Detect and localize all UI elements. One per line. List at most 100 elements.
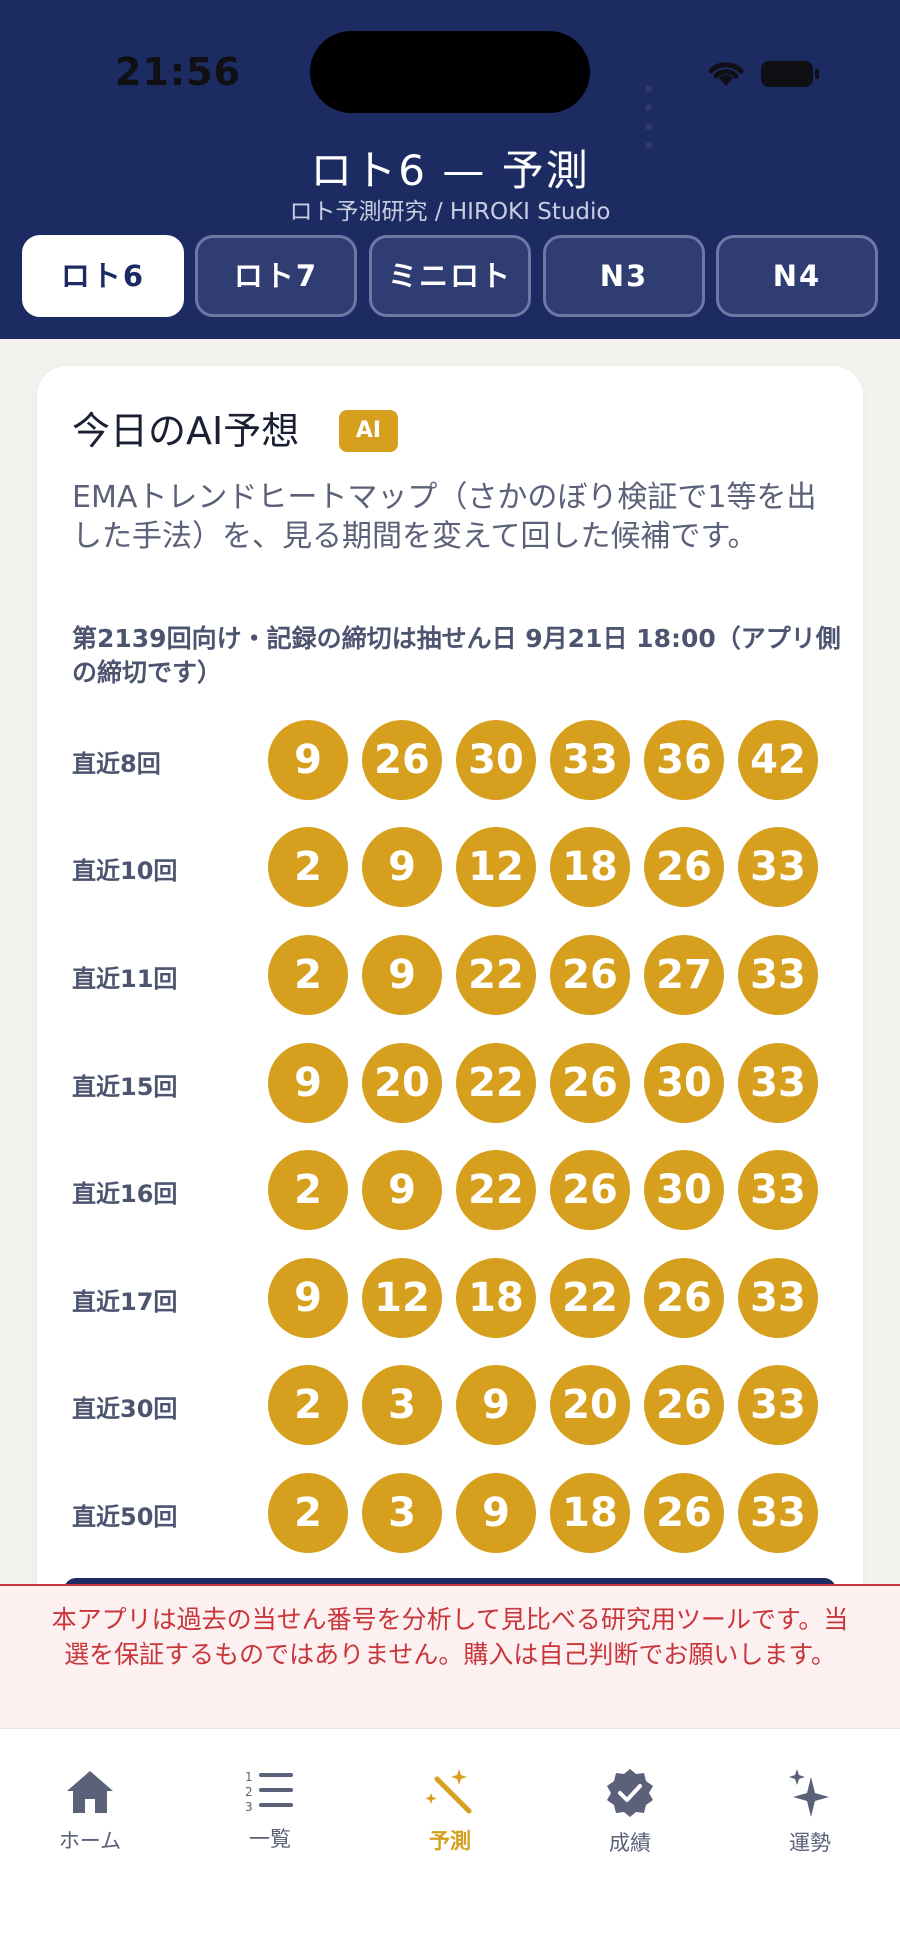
- number-ball: 2: [268, 935, 348, 1015]
- tab-loto6[interactable]: ロト6: [22, 235, 184, 317]
- nav-results[interactable]: 成績: [570, 1767, 690, 1867]
- card-title: 今日のAI予想: [72, 409, 300, 453]
- number-ball: 42: [738, 720, 818, 800]
- number-ball: 2: [268, 1365, 348, 1445]
- number-ball: 30: [644, 1150, 724, 1230]
- prediction-row: 直近16回 2 9 22 26 30 33: [72, 1150, 832, 1230]
- number-ball: 26: [550, 1043, 630, 1123]
- battery-icon: [761, 61, 819, 87]
- number-ball: 9: [268, 1258, 348, 1338]
- number-ball: 3: [362, 1365, 442, 1445]
- number-ball: 33: [738, 1150, 818, 1230]
- number-ball: 26: [362, 720, 442, 800]
- page-title: ロト6 — 予測: [310, 146, 590, 195]
- tab-n3[interactable]: N3: [543, 235, 705, 317]
- verified-badge-icon: [607, 1769, 653, 1817]
- nav-label: 成績: [609, 1831, 651, 1855]
- row-label: 直近17回: [72, 1288, 178, 1316]
- number-ball: 30: [456, 720, 536, 800]
- number-ball: 26: [644, 1258, 724, 1338]
- nav-label: 運勢: [789, 1831, 831, 1855]
- number-ball: 33: [738, 827, 818, 907]
- prediction-row: 直近17回 9 12 18 22 26 33: [72, 1258, 832, 1338]
- bottom-nav: ホーム 1 2 3 一覧 予測 成績 運勢: [0, 1728, 900, 1957]
- prediction-row: 直近15回 9 20 22 26 30 33: [72, 1043, 832, 1123]
- number-ball: 36: [644, 720, 724, 800]
- number-ball: 26: [644, 827, 724, 907]
- tab-loto7[interactable]: ロト7: [195, 235, 357, 317]
- nav-label: 予測: [429, 1829, 471, 1853]
- number-ball: 18: [456, 1258, 536, 1338]
- number-ball: 33: [738, 935, 818, 1015]
- row-label: 直近8回: [72, 750, 161, 778]
- lottery-tabs: ロト6 ロト7 ミニロト N3 N4: [22, 235, 878, 317]
- number-ball: 33: [738, 1473, 818, 1553]
- home-icon: [67, 1771, 113, 1813]
- nav-label: ホーム: [58, 1829, 122, 1853]
- row-label: 直近30回: [72, 1395, 178, 1423]
- number-ball: 9: [268, 720, 348, 800]
- number-ball: 9: [362, 827, 442, 907]
- number-ball: 30: [644, 1043, 724, 1123]
- nav-home[interactable]: ホーム: [30, 1767, 150, 1867]
- tab-miniloto[interactable]: ミニロト: [369, 235, 531, 317]
- row-label: 直近11回: [72, 965, 178, 993]
- number-ball: 9: [456, 1365, 536, 1445]
- ai-badge: AI: [339, 410, 398, 452]
- number-ball: 2: [268, 827, 348, 907]
- app-header: 21:56 ロト6 — 予測 ロト予測研究 / HIROKI Studio ロト…: [0, 0, 900, 339]
- number-ball: 22: [550, 1258, 630, 1338]
- number-ball: 33: [738, 1043, 818, 1123]
- number-ball: 22: [456, 1043, 536, 1123]
- number-ball: 18: [550, 827, 630, 907]
- number-ball: 33: [738, 1365, 818, 1445]
- prediction-row: 直近50回 2 3 9 18 26 33: [72, 1473, 832, 1553]
- row-label: 直近50回: [72, 1503, 178, 1531]
- number-ball: 22: [456, 935, 536, 1015]
- number-ball: 20: [362, 1043, 442, 1123]
- nav-predict[interactable]: 予測: [390, 1767, 510, 1867]
- number-ball: 9: [456, 1473, 536, 1553]
- card-description: EMAトレンドヒートマップ（さかのぼり検証で1等を出した手法）を、見る期間を変え…: [72, 480, 817, 554]
- prediction-row: 直近10回 2 9 12 18 26 33: [72, 827, 832, 907]
- number-ball: 26: [644, 1365, 724, 1445]
- number-ball: 2: [268, 1473, 348, 1553]
- svg-text:3: 3: [245, 1800, 253, 1814]
- prediction-row: 直近11回 2 9 22 26 27 33: [72, 935, 832, 1015]
- ai-prediction-card: 今日のAI予想 AI EMAトレンドヒートマップ（さかのぼり検証で1等を出した手…: [37, 366, 863, 1666]
- sparkles-icon: [789, 1769, 829, 1817]
- number-ball: 9: [362, 935, 442, 1015]
- nav-list[interactable]: 1 2 3 一覧: [210, 1767, 330, 1867]
- number-ball: 20: [550, 1365, 630, 1445]
- number-ball: 22: [456, 1150, 536, 1230]
- numbered-list-icon: 1 2 3: [245, 1770, 293, 1814]
- disclaimer-banner: 本アプリは過去の当せん番号を分析して見比べる研究用ツールです。当選を保証するもの…: [0, 1584, 900, 1728]
- svg-text:2: 2: [245, 1785, 253, 1799]
- prediction-row: 直近8回 9 26 30 33 36 42: [72, 720, 832, 800]
- number-ball: 12: [456, 827, 536, 907]
- svg-text:1: 1: [245, 1770, 253, 1784]
- status-time: 21:56: [115, 50, 241, 94]
- number-ball: 9: [268, 1043, 348, 1123]
- row-label: 直近10回: [72, 857, 178, 885]
- number-ball: 33: [738, 1258, 818, 1338]
- row-label: 直近16回: [72, 1180, 178, 1208]
- nav-fortune[interactable]: 運勢: [750, 1767, 870, 1867]
- tab-n4[interactable]: N4: [716, 235, 878, 317]
- prediction-row: 直近30回 2 3 9 20 26 33: [72, 1365, 832, 1445]
- number-ball: 18: [550, 1473, 630, 1553]
- number-ball: 26: [550, 1150, 630, 1230]
- wifi-icon: [708, 62, 744, 86]
- dynamic-island: [310, 31, 590, 113]
- number-ball: 9: [362, 1150, 442, 1230]
- number-ball: 3: [362, 1473, 442, 1553]
- number-ball: 27: [644, 935, 724, 1015]
- magic-wand-icon: [425, 1769, 472, 1814]
- number-ball: 26: [644, 1473, 724, 1553]
- nav-label: 一覧: [249, 1827, 291, 1851]
- deadline-note: 第2139回向け・記録の締切は抽せん日 9月21日 18:00（アプリ側の締切で…: [72, 624, 841, 687]
- number-ball: 2: [268, 1150, 348, 1230]
- number-ball: 33: [550, 720, 630, 800]
- number-ball: 12: [362, 1258, 442, 1338]
- page-subtitle: ロト予測研究 / HIROKI Studio: [289, 199, 611, 225]
